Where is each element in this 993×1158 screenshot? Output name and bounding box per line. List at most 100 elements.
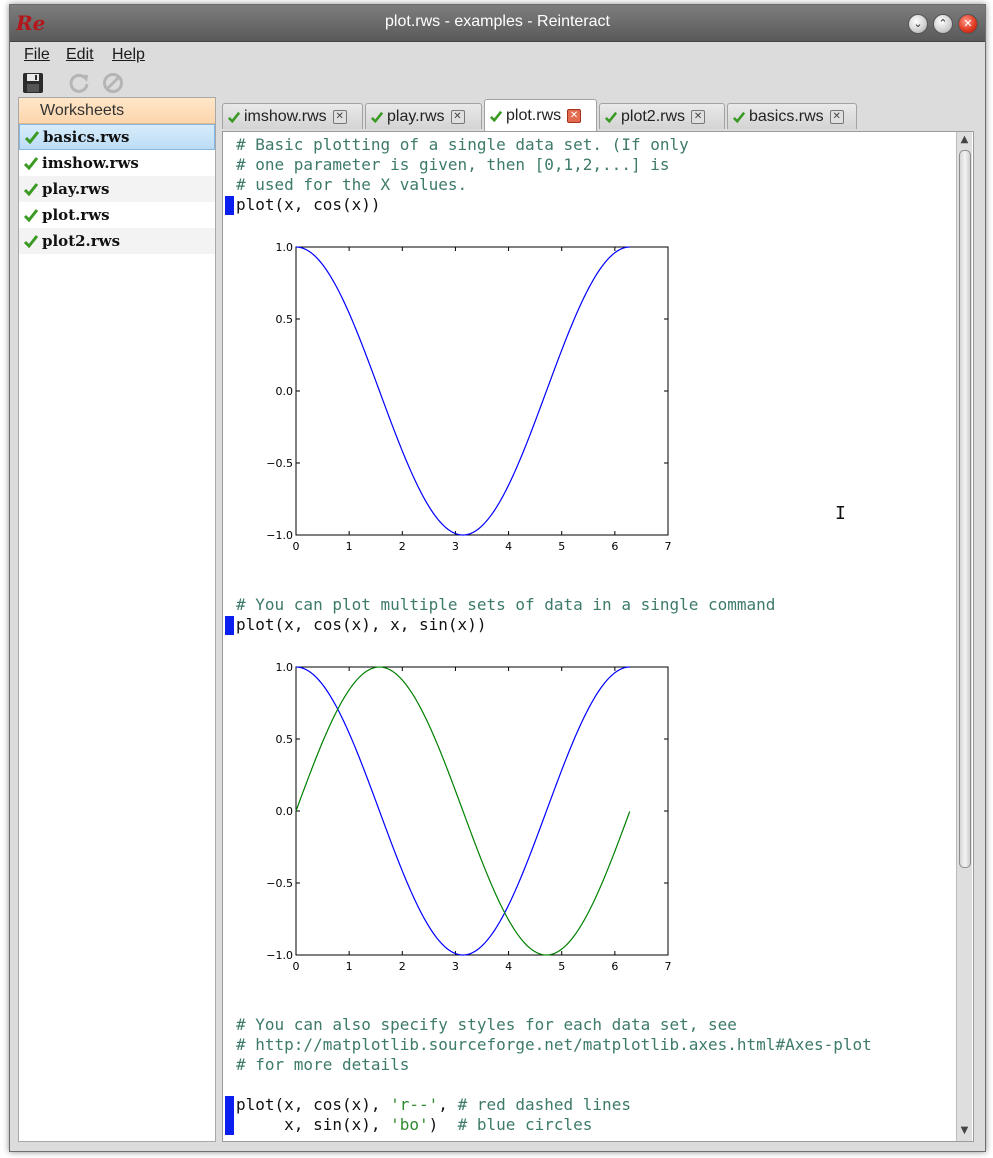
code-comment: # You can plot multiple sets of data in … — [236, 595, 776, 614]
tab-close-icon[interactable]: ✕ — [691, 109, 706, 124]
x-tick-label: 3 — [452, 540, 459, 553]
x-tick-label: 7 — [665, 540, 672, 553]
code-string: 'r--' — [390, 1095, 439, 1114]
sidebar-item-play[interactable]: play.rws — [19, 176, 215, 202]
y-tick-label: 1.0 — [276, 661, 294, 674]
code-statement: x, sin(x), 'bo') # blue circles — [236, 1115, 592, 1135]
code-statement: plot(x, cos(x)) — [236, 195, 381, 214]
app-window: Re plot.rws - examples - Reinteract ⌄ ⌃ … — [9, 4, 986, 1152]
scrollbar-thumb[interactable] — [959, 150, 971, 868]
tab-label: play.rws — [387, 107, 445, 125]
tab-close-icon[interactable]: ✕ — [829, 109, 844, 124]
refresh-icon — [69, 73, 89, 93]
y-tick-label: 0.0 — [276, 385, 294, 398]
code-comment: # one parameter is given, then [0,1,2,..… — [236, 155, 670, 174]
tab-label: plot2.rws — [621, 107, 686, 125]
tab-label: basics.rws — [749, 107, 824, 125]
x-tick-label: 1 — [346, 540, 353, 553]
check-icon — [23, 183, 39, 196]
tab-label: plot.rws — [506, 106, 562, 124]
window-title: plot.rws - examples - Reinteract — [385, 13, 610, 30]
sidebar-item-label: basics.rws — [43, 128, 130, 146]
check-icon — [227, 111, 241, 123]
menu-bar: File Edit Help — [10, 42, 985, 68]
code-text: x, sin(x), — [236, 1115, 391, 1134]
menu-file[interactable]: File — [24, 46, 50, 64]
refresh-button[interactable] — [66, 70, 92, 96]
tab-close-icon[interactable]: ✕ — [332, 109, 347, 124]
x-tick-label: 3 — [452, 960, 459, 973]
stop-button[interactable] — [100, 70, 126, 96]
statement-marker — [225, 196, 234, 215]
sidebar-item-label: imshow.rws — [42, 154, 139, 172]
menu-edit-label: Edit — [66, 46, 94, 63]
code-comment: # blue circles — [457, 1115, 593, 1134]
check-icon — [23, 235, 39, 248]
minimize-button[interactable]: ⌄ — [908, 14, 928, 34]
x-tick-label: 6 — [611, 540, 618, 553]
tab-plot[interactable]: plot.rws ✕ — [484, 99, 597, 131]
scroll-down-icon[interactable]: ▼ — [957, 1125, 972, 1139]
tab-plot2[interactable]: plot2.rws ✕ — [599, 103, 725, 129]
code-text: ) — [428, 1115, 458, 1134]
text-cursor-icon: I — [835, 503, 846, 524]
y-tick-label: −1.0 — [266, 529, 293, 542]
stop-icon — [103, 73, 123, 93]
sidebar-item-label: plot2.rws — [42, 232, 121, 250]
vertical-scrollbar[interactable]: ▲ ▼ — [956, 132, 972, 1141]
x-tick-label: 5 — [558, 960, 565, 973]
sidebar-header: Worksheets — [19, 98, 215, 124]
tab-bar: imshow.rws ✕ play.rws ✕ plot.rws ✕ plot2… — [222, 99, 969, 131]
toolbar — [10, 68, 985, 98]
x-tick-label: 1 — [346, 960, 353, 973]
tab-basics[interactable]: basics.rws ✕ — [727, 103, 857, 129]
x-tick-label: 6 — [611, 960, 618, 973]
code-comment: # http://matplotlib.sourceforge.net/matp… — [236, 1035, 872, 1054]
sidebar-item-imshow[interactable]: imshow.rws — [19, 150, 215, 176]
code-comment: # for more details — [236, 1055, 410, 1074]
statement-marker — [225, 616, 234, 635]
tab-play[interactable]: play.rws ✕ — [365, 103, 482, 129]
menu-help[interactable]: Help — [112, 46, 145, 64]
tab-label: imshow.rws — [244, 107, 327, 125]
sidebar-item-basics[interactable]: basics.rws — [19, 124, 215, 150]
code-statement: plot(x, cos(x), x, sin(x)) — [236, 615, 487, 634]
x-tick-label: 4 — [505, 540, 512, 553]
save-button[interactable] — [20, 70, 46, 96]
sidebar-item-label: play.rws — [42, 180, 110, 198]
x-tick-label: 7 — [665, 960, 672, 973]
sidebar-item-label: plot.rws — [42, 206, 110, 224]
menu-edit[interactable]: Edit — [66, 46, 94, 64]
worksheet-editor[interactable]: # Basic plotting of a single data set. (… — [222, 131, 974, 1142]
tab-close-icon[interactable]: ✕ — [450, 109, 465, 124]
y-tick-label: −1.0 — [266, 949, 293, 962]
menu-file-label: File — [24, 46, 50, 63]
close-button[interactable]: ✕ — [958, 14, 978, 34]
check-icon — [370, 111, 384, 123]
y-tick-label: −0.5 — [266, 877, 293, 890]
check-icon — [489, 110, 503, 122]
maximize-button[interactable]: ⌃ — [933, 14, 953, 34]
menu-help-label: Help — [112, 46, 145, 63]
y-tick-label: 1.0 — [276, 241, 294, 254]
title-bar[interactable]: Re plot.rws - examples - Reinteract ⌄ ⌃ … — [10, 5, 985, 42]
tab-close-icon[interactable]: ✕ — [567, 108, 582, 123]
x-tick-label: 0 — [293, 960, 300, 973]
y-tick-label: 0.5 — [276, 313, 294, 326]
x-tick-label: 2 — [399, 960, 406, 973]
check-icon — [23, 157, 39, 170]
code-comment: # red dashed lines — [457, 1095, 631, 1114]
code-comment: # Basic plotting of a single data set. (… — [236, 135, 689, 154]
statement-marker — [225, 1096, 234, 1135]
cos-sin-plot: 0 1 2 3 4 5 6 7 1.0 0.5 0.0 −0.5 −1.0 — [266, 661, 672, 973]
scroll-up-icon[interactable]: ▲ — [957, 134, 972, 148]
tab-imshow[interactable]: imshow.rws ✕ — [222, 103, 363, 129]
code-statement: plot(x, cos(x), 'r--', # red dashed line… — [236, 1095, 631, 1115]
worksheets-sidebar: Worksheets basics.rws imshow.rws play.rw… — [18, 97, 216, 1142]
sidebar-item-plot[interactable]: plot.rws — [19, 202, 215, 228]
cos-plot: 0 1 2 3 4 5 6 7 1.0 0.5 0.0 −0.5 −1.0 — [266, 241, 672, 553]
x-tick-label: 5 — [558, 540, 565, 553]
x-tick-label: 0 — [293, 540, 300, 553]
code-comment: # used for the X values. — [236, 175, 468, 194]
sidebar-item-plot2[interactable]: plot2.rws — [19, 228, 215, 254]
